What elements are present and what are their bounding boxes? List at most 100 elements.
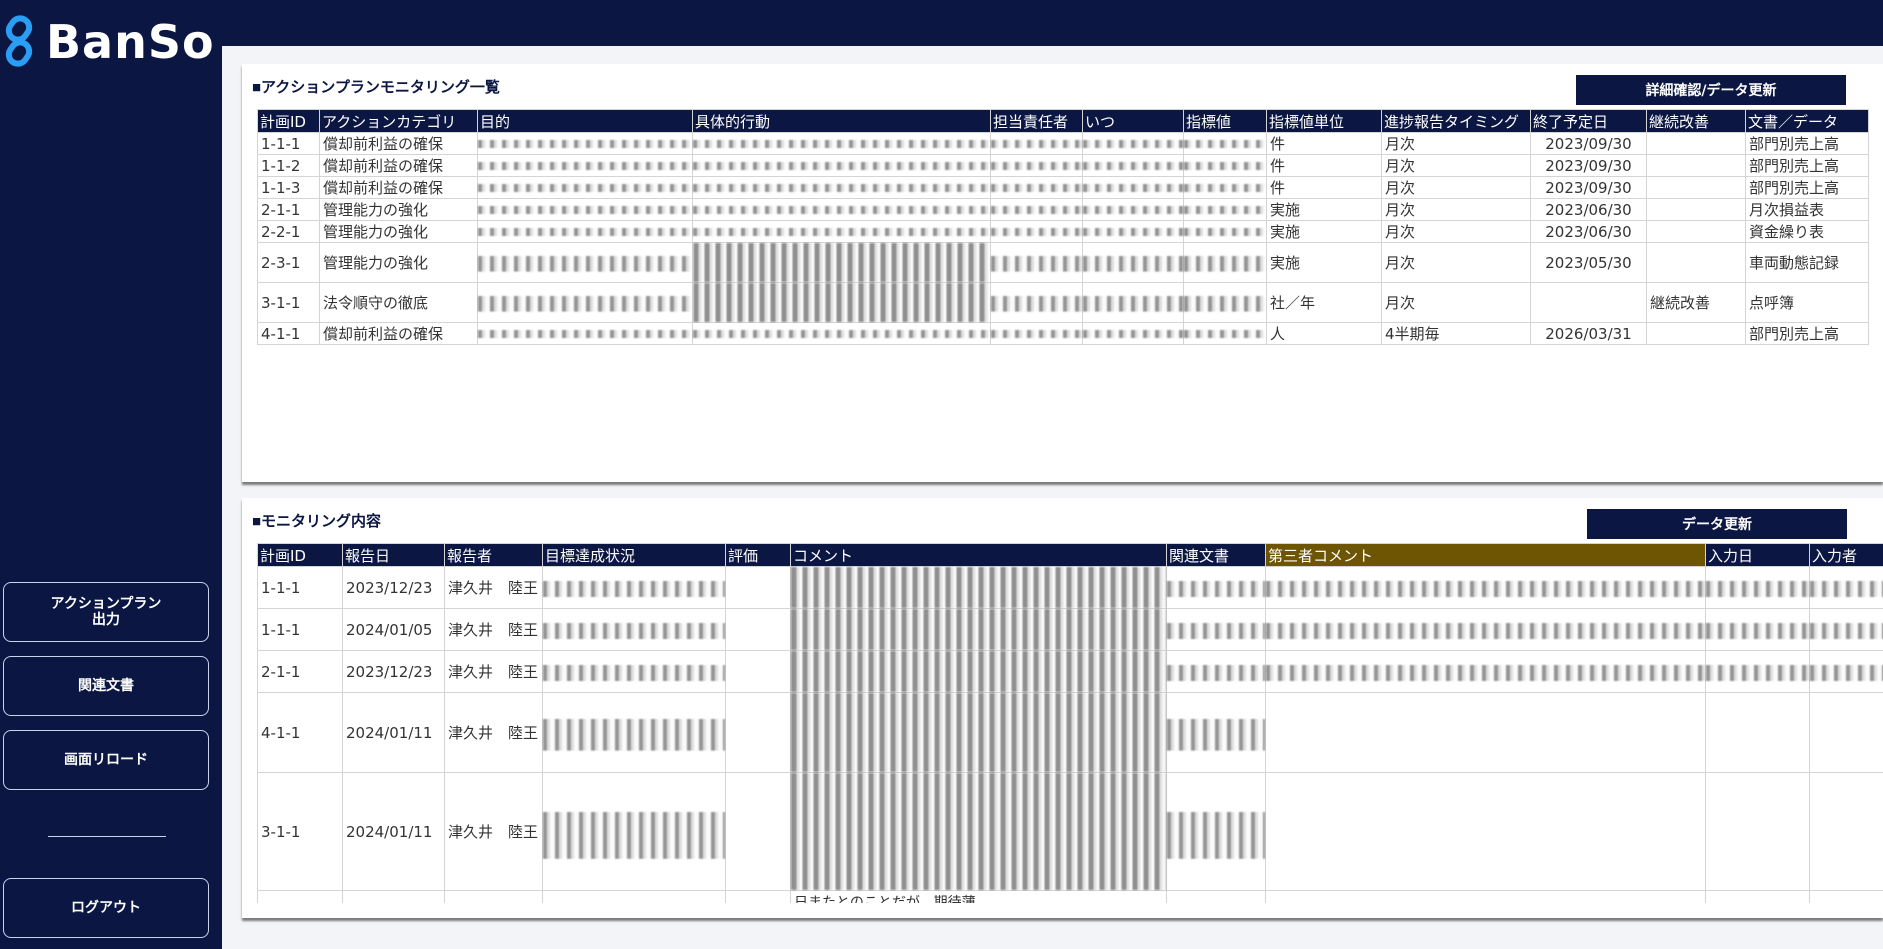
category-cell: 法令順守の徹底 [319, 282, 478, 323]
indicator-unit-cell: 件 [1266, 132, 1382, 155]
m-input-date-cell [1705, 692, 1810, 773]
purpose-cell [477, 242, 693, 283]
plan-table-row[interactable]: 2-3-1 管理能力の強化 実施 月次 2023/05/30 車両動態記録 [257, 242, 1869, 283]
category-cell: 償却前利益の確保 [319, 132, 478, 155]
plan-id-cell: 1-1-1 [257, 132, 320, 155]
col-indicator-unit[interactable]: 指標値単位 [1266, 109, 1382, 133]
m-third-party-cell [1265, 772, 1706, 891]
col-continuous-improvement[interactable]: 継続改善 [1646, 109, 1746, 133]
col-owner[interactable]: 担当責任者 [990, 109, 1083, 133]
mcol-reporter[interactable]: 報告者 [444, 543, 543, 567]
m-comment-cell [790, 692, 1167, 773]
mcol-input-date[interactable]: 入力日 [1705, 543, 1810, 567]
col-document[interactable]: 文書／データ [1745, 109, 1869, 133]
action-plan-export-button[interactable]: アクションプラン 出力 [3, 582, 209, 642]
mcol-third-party-comment[interactable]: 第三者コメント [1265, 543, 1706, 567]
mcol-goal-status[interactable]: 目標達成状況 [542, 543, 726, 567]
category-cell: 管理能力の強化 [319, 242, 478, 283]
category-cell: 償却前利益の確保 [319, 154, 478, 177]
report-timing-cell: 月次 [1381, 242, 1531, 283]
improvement-cell [1646, 132, 1746, 155]
m-related-doc-cell [1166, 650, 1266, 693]
owner-cell [990, 242, 1083, 283]
m-goal-status-cell [542, 566, 726, 609]
monitoring-table-row[interactable]: 2-1-1 2023/12/23 津久井 陸王 [257, 650, 1883, 693]
logout-button[interactable]: ログアウト [3, 878, 209, 938]
m-comment-overflow-text: 日またとのことだが、期待薄。 [790, 890, 1167, 903]
concrete-action-cell [692, 322, 991, 345]
plan-table-row[interactable]: 4-1-1 償却前利益の確保 人 4半期毎 2026/03/31 部門別売上高 [257, 322, 1869, 345]
plan-table-row[interactable]: 2-2-1 管理能力の強化 実施 月次 2023/06/30 資金繰り表 [257, 220, 1869, 243]
data-update-button[interactable]: データ更新 [1587, 509, 1847, 539]
monitoring-table-row[interactable]: 1-1-1 2023/12/23 津久井 陸王 [257, 566, 1883, 609]
document-cell: 部門別売上高 [1745, 176, 1869, 199]
indicator-unit-cell: 実施 [1266, 220, 1382, 243]
indicator-value-cell [1183, 220, 1267, 243]
col-action-category[interactable]: アクションカテゴリ [319, 109, 478, 133]
m-empty-cell [1705, 890, 1810, 903]
plan-table-row[interactable]: 1-1-1 償却前利益の確保 件月次 2023/09/30 部門別売上高 [257, 132, 1869, 155]
m-input-date-cell [1705, 566, 1810, 609]
m-report-date-cell: 2024/01/05 [342, 608, 445, 651]
screen-reload-button[interactable]: 画面リロード [3, 730, 209, 790]
document-cell: 月次損益表 [1745, 198, 1869, 221]
concrete-action-cell [692, 176, 991, 199]
detail-update-button[interactable]: 詳細確認/データ更新 [1576, 75, 1846, 105]
indicator-unit-cell: 件 [1266, 176, 1382, 199]
monitoring-table-row[interactable]: 1-1-1 2024/01/05 津久井 陸王 [257, 608, 1883, 651]
mcol-evaluation[interactable]: 評価 [725, 543, 791, 567]
improvement-cell: 継続改善 [1646, 282, 1746, 323]
end-date-cell: 2023/06/30 [1530, 220, 1647, 243]
owner-cell [990, 132, 1083, 155]
col-purpose[interactable]: 目的 [477, 109, 693, 133]
report-timing-cell: 月次 [1381, 282, 1531, 323]
logo-mark-icon [5, 15, 33, 67]
plan-table-row[interactable]: 2-1-1 管理能力の強化 実施 月次 2023/06/30 月次損益表 [257, 198, 1869, 221]
mcol-related-doc[interactable]: 関連文書 [1166, 543, 1266, 567]
improvement-cell [1646, 176, 1746, 199]
report-timing-cell: 月次 [1381, 132, 1531, 155]
category-cell: 償却前利益の確保 [319, 322, 478, 345]
mcol-report-date[interactable]: 報告日 [342, 543, 445, 567]
category-cell: 管理能力の強化 [319, 198, 478, 221]
indicator-unit-cell: 実施 [1266, 242, 1382, 283]
col-concrete-action[interactable]: 具体的行動 [692, 109, 991, 133]
indicator-unit-cell: 社／年 [1266, 282, 1382, 323]
owner-cell [990, 176, 1083, 199]
monitoring-section-title: ■モニタリング内容 [252, 513, 382, 530]
related-documents-button[interactable]: 関連文書 [3, 656, 209, 716]
col-report-timing[interactable]: 進捗報告タイミング [1381, 109, 1531, 133]
col-when[interactable]: いつ [1082, 109, 1184, 133]
banso-logo[interactable]: BanSo [2, 14, 215, 70]
improvement-cell [1646, 198, 1746, 221]
plan-table-row[interactable]: 1-1-3 償却前利益の確保 件月次 2023/09/30 部門別売上高 [257, 176, 1869, 199]
monitoring-table-row[interactable]: 4-1-1 2024/01/11 津久井 陸王 [257, 692, 1883, 773]
col-plan-id[interactable]: 計画ID [257, 109, 320, 133]
action-plan-section-title: ■アクションプランモニタリング一覧 [252, 79, 500, 96]
mcol-plan-id[interactable]: 計画ID [257, 543, 343, 567]
m-comment-cell [790, 608, 1167, 651]
col-end-date[interactable]: 終了予定日 [1530, 109, 1647, 133]
plan-id-cell: 1-1-2 [257, 154, 320, 177]
top-header-bar [222, 0, 1883, 46]
logo-text: BanSo [46, 15, 215, 69]
m-comment-cell [790, 650, 1167, 693]
m-related-doc-cell [1166, 692, 1266, 773]
plan-table-row[interactable]: 3-1-1 法令順守の徹底 社／年 月次 継続改善 点呼簿 [257, 282, 1869, 323]
when-cell [1082, 242, 1184, 283]
m-empty-cell [542, 890, 726, 903]
m-third-party-cell [1265, 692, 1706, 773]
purpose-cell [477, 154, 693, 177]
monitoring-table-row[interactable]: 3-1-1 2024/01/11 津久井 陸王 [257, 772, 1883, 891]
col-indicator-value[interactable]: 指標値 [1183, 109, 1267, 133]
mcol-comment[interactable]: コメント [790, 543, 1167, 567]
main-content: ■アクションプランモニタリング一覧 詳細確認/データ更新 計画ID アクションカ… [222, 46, 1883, 949]
purpose-cell [477, 282, 693, 323]
monitoring-table: 計画ID 報告日 報告者 目標達成状況 評価 コメント 関連文書 第三者コメント… [257, 543, 1883, 903]
monitoring-table-viewport[interactable]: 計画ID 報告日 報告者 目標達成状況 評価 コメント 関連文書 第三者コメント… [257, 543, 1883, 903]
end-date-cell: 2023/09/30 [1530, 132, 1647, 155]
plan-table-row[interactable]: 1-1-2 償却前利益の確保 件月次 2023/09/30 部門別売上高 [257, 154, 1869, 177]
mcol-input-user[interactable]: 入力者 [1809, 543, 1883, 567]
report-timing-cell: 月次 [1381, 220, 1531, 243]
m-empty-cell [1265, 890, 1706, 903]
